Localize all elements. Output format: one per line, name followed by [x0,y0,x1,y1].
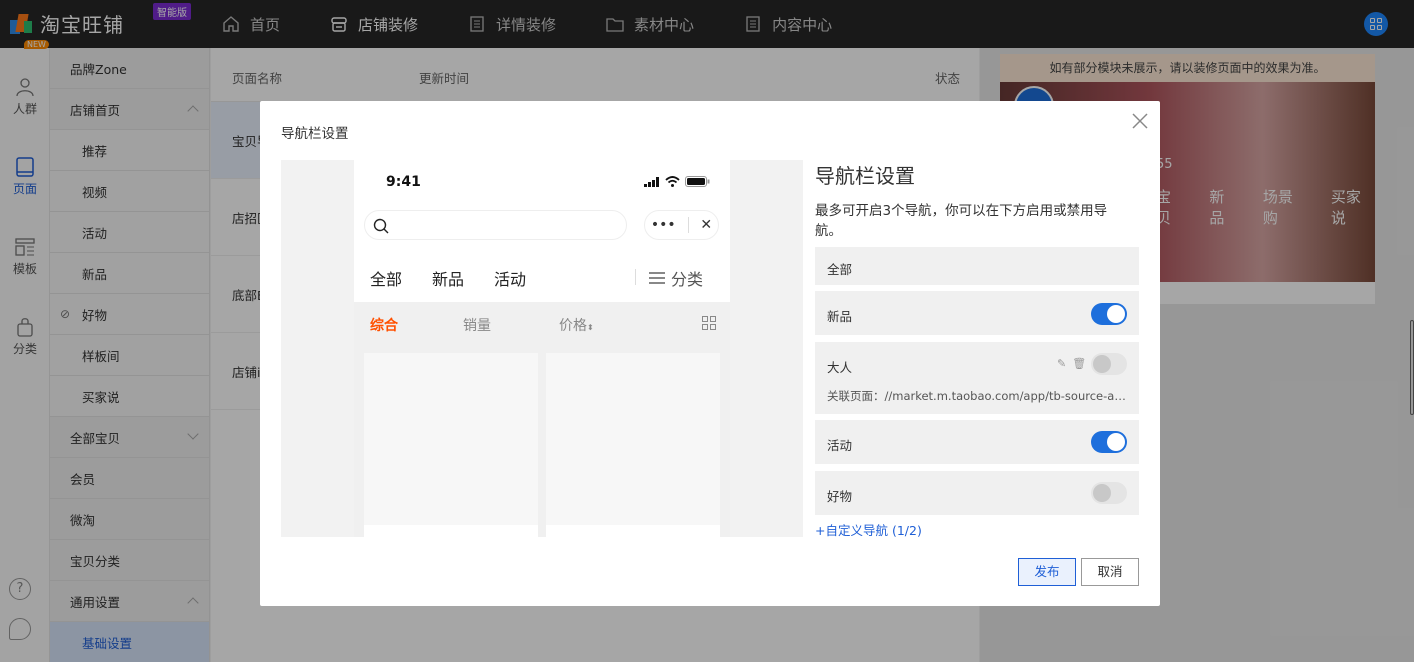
dialog-title: 导航栏设置 [281,126,349,142]
phone-tab-activity[interactable]: 活动 [494,266,526,290]
nav-settings-dialog: 导航栏设置 9:41 ••• ✕ 全部 新品 活动 分类 综合 销量 价格⬍ 导… [260,101,1160,606]
sort-arrows-icon: ⬍ [587,323,594,332]
nav-item-custom: 大人 ✎ 🗑 关联页面：//market.m.taobao.com/app/tb… [815,342,1139,414]
cancel-button[interactable]: 取消 [1081,558,1139,586]
nav-item-all: 全部 [815,247,1139,285]
phone-category[interactable]: 分类 [634,266,704,290]
nav-item-toggle[interactable] [1091,431,1127,453]
status-time: 9:41 [386,174,421,190]
list-icon [649,272,665,284]
nav-item-toggle[interactable] [1091,482,1127,504]
sort-comprehensive[interactable]: 综合 [370,315,398,335]
phone-header: 9:41 ••• ✕ 全部 新品 活动 分类 [354,160,730,302]
settings-title: 导航栏设置 [815,164,915,188]
mini-app-capsule: ••• ✕ [644,210,719,240]
sort-sales[interactable]: 销量 [463,315,491,335]
phone-tab-new[interactable]: 新品 [432,266,464,290]
product-card-placeholder [364,353,538,537]
phone-nav-tabs: 全部 新品 活动 [370,266,526,290]
linked-page-url: 关联页面：//market.m.taobao.com/app/tb-source… [827,389,1127,403]
signal-icon [644,176,659,187]
nav-settings-panel: 导航栏设置 最多可开启3个导航，你可以在下方启用或禁用导航。 全部 新品 大人 … [815,160,1139,538]
settings-description: 最多可开启3个导航，你可以在下方启用或禁用导航。 [815,203,1108,239]
category-label: 分类 [671,270,704,289]
nav-item-label: 好物 [827,489,853,504]
nav-item-activity: 活动 [815,420,1139,464]
nav-item-toggle[interactable] [1091,303,1127,325]
phone-mockup: 9:41 ••• ✕ 全部 新品 活动 分类 综合 销量 价格⬍ [354,160,730,537]
nav-item-new: 新品 [815,291,1139,335]
phone-preview-area: 9:41 ••• ✕ 全部 新品 活动 分类 综合 销量 价格⬍ [281,160,803,537]
nav-item-actions: ✎ 🗑 [1057,357,1086,370]
nav-item-good-items: 好物 [815,471,1139,515]
sort-bar: 综合 销量 价格⬍ [354,302,730,344]
scrollbar[interactable] [1410,320,1414,415]
nav-item-label: 活动 [827,438,853,453]
phone-search-input[interactable] [364,210,627,240]
grid-view-icon[interactable] [702,316,716,330]
close-icon[interactable] [1130,111,1150,131]
product-card-placeholder [546,353,720,537]
publish-button[interactable]: 发布 [1018,558,1076,586]
sort-price-label: 价格 [559,318,587,334]
status-icons [644,176,710,187]
nav-item-label: 全部 [827,262,853,277]
trash-icon[interactable]: 🗑 [1072,357,1086,370]
edit-icon[interactable]: ✎ [1057,357,1066,370]
nav-item-toggle[interactable] [1091,353,1127,375]
sort-price[interactable]: 价格⬍ [559,315,594,335]
battery-icon [685,176,710,187]
wifi-icon [665,176,680,187]
nav-item-label: 新品 [827,309,853,324]
nav-item-label: 大人 [827,360,853,375]
more-icon[interactable]: ••• [651,217,676,233]
phone-tab-all[interactable]: 全部 [370,266,402,290]
add-custom-nav-link[interactable]: +自定义导航 (1/2) [815,520,922,539]
close-icon[interactable]: ✕ [700,217,712,233]
search-icon [373,218,389,234]
